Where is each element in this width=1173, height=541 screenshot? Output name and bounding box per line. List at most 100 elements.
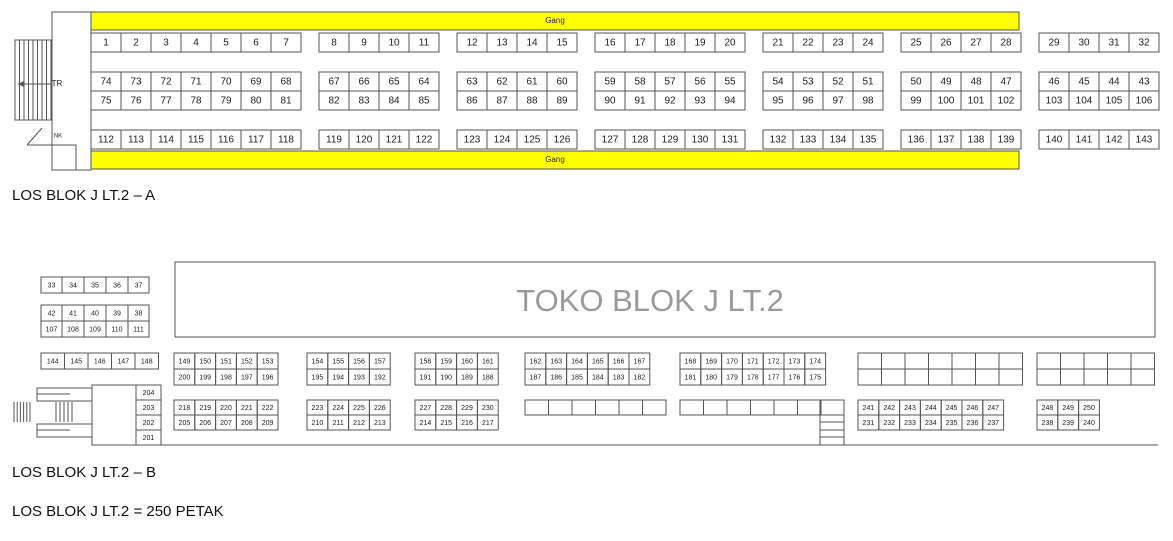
stall-number: 123: [464, 135, 481, 146]
stall-number: 140: [1046, 135, 1063, 146]
stall-number: 165: [592, 358, 604, 365]
empty-cell: [975, 368, 1000, 386]
stall-number: 2: [133, 38, 139, 49]
gang-label-top: Gang: [545, 16, 565, 25]
stall-number: 190: [440, 374, 452, 381]
empty-cell: [1060, 352, 1085, 370]
stall-number: 170: [726, 358, 738, 365]
stall-number: 101: [968, 96, 985, 107]
stall-number: 98: [862, 96, 874, 107]
stall-number: 231: [863, 420, 875, 427]
stall-number: 232: [883, 420, 895, 427]
stall-number: 91: [634, 96, 646, 107]
stall-number: 127: [602, 135, 619, 146]
stall-number: 7: [283, 38, 289, 49]
stall-number: 184: [592, 374, 604, 381]
stall-number: 78: [190, 96, 202, 107]
nk-label: NK: [54, 134, 62, 140]
stall-number: 220: [220, 405, 232, 412]
stall-number: 180: [705, 374, 717, 381]
stall-number: 137: [938, 135, 955, 146]
empty-cell: [881, 368, 906, 386]
stall-number: 41: [69, 310, 77, 317]
stall-number: 11: [419, 38, 430, 49]
empty-cell: [595, 399, 620, 416]
stall-number: 87: [496, 96, 508, 107]
stall-number: 126: [554, 135, 571, 146]
stall-number: 54: [772, 77, 784, 88]
stall-number: 234: [925, 420, 937, 427]
stall-number: 107: [46, 326, 58, 333]
stall-number: 128: [632, 135, 649, 146]
empty-cell: [1130, 352, 1155, 370]
stall-number: 92: [664, 96, 676, 107]
stall-number: 76: [130, 96, 142, 107]
empty-cell: [819, 399, 845, 416]
stall-number: 193: [353, 374, 365, 381]
stall-number: 58: [634, 77, 646, 88]
empty-cell: [857, 352, 882, 370]
stall-number: 5: [223, 38, 229, 49]
stall-number: 179: [726, 374, 738, 381]
empty-cell: [998, 352, 1023, 370]
stall-number: 166: [613, 358, 625, 365]
stall-number: 212: [353, 420, 365, 427]
stall-number: 214: [420, 420, 432, 427]
stall-number: 25: [910, 38, 922, 49]
empty-cell: [703, 399, 728, 416]
empty-cell: [1130, 368, 1155, 386]
toko-label: TOKO BLOK J LT.2: [516, 283, 784, 318]
stall-number: 174: [809, 358, 821, 365]
stall-number: 117: [248, 135, 264, 146]
stall-number: 203: [143, 405, 155, 412]
stall-number: 36: [113, 282, 121, 289]
stall-number: 9: [361, 38, 367, 49]
stall-number: 111: [133, 326, 144, 333]
stall-number: 164: [571, 358, 583, 365]
stall-number: 83: [358, 96, 370, 107]
stall-number: 20: [724, 38, 736, 49]
stall-number: 198: [220, 374, 232, 381]
stall-number: 3: [163, 38, 169, 49]
stall-number: 80: [250, 96, 262, 107]
stall-number: 173: [789, 358, 801, 365]
stall-number: 26: [940, 38, 952, 49]
stall-number: 89: [556, 96, 568, 107]
stall-number: 103: [1046, 96, 1063, 107]
stall-number: 12: [466, 38, 478, 49]
empty-cell: [904, 368, 929, 386]
stall-number: 249: [1062, 405, 1074, 412]
stall-number: 109: [89, 326, 101, 333]
stall-number: 157: [374, 358, 386, 365]
stall-number: 142: [1106, 135, 1123, 146]
stall-number: 88: [526, 96, 538, 107]
stall-number: 233: [904, 420, 916, 427]
stall-number: 196: [262, 374, 274, 381]
stall-number: 62: [496, 77, 508, 88]
stall-number: 95: [772, 96, 784, 107]
stall-number: 114: [158, 135, 174, 146]
stall-number: 94: [724, 96, 736, 107]
stall-number: 39: [113, 310, 121, 317]
stall-number: 72: [160, 77, 172, 88]
stall-number: 149: [179, 358, 191, 365]
stall-number: 237: [987, 420, 999, 427]
gang-label-bottom: Gang: [545, 155, 565, 164]
stall-number: 191: [420, 374, 432, 381]
empty-cell: [750, 399, 775, 416]
stall-number: 122: [416, 135, 433, 146]
stall-number: 105: [1106, 96, 1123, 107]
section-b-plan: 33 34 35 36 37 42 41 40 39 38 107 108 109 110 111 TOKO …: [13, 261, 1158, 446]
stall-number: 74: [100, 77, 112, 88]
section-a-caption: LOS BLOK J LT.2 – A: [12, 187, 156, 204]
empty-cell: [1107, 352, 1132, 370]
stall-number: 125: [524, 135, 541, 146]
empty-cell: [1060, 368, 1085, 386]
stall-number: 115: [188, 135, 204, 146]
empty-cell: [928, 352, 953, 370]
empty-cell: [928, 368, 953, 386]
stall-number: 230: [482, 405, 494, 412]
stall-number: 224: [332, 405, 344, 412]
stall-number: 219: [199, 405, 211, 412]
stall-number: 238: [1042, 420, 1054, 427]
